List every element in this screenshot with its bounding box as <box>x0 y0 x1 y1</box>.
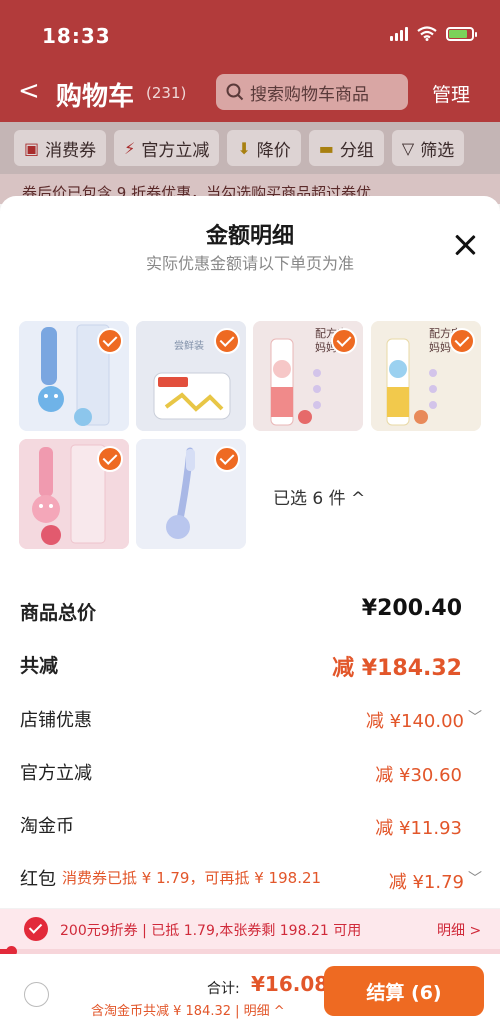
filter-official[interactable]: ⚡ 官方立减 <box>114 130 220 166</box>
wifi-icon <box>417 26 437 41</box>
store-discount-value: 减 ¥140.00 <box>365 711 464 732</box>
product-thumbnail[interactable] <box>19 321 129 431</box>
product-thumbnail[interactable] <box>19 439 129 549</box>
checkmark-icon <box>97 446 123 472</box>
product-thumbnail[interactable]: 配方安 妈妈 <box>253 321 363 431</box>
filter-bar: ▣ 消费券 ⚡ 官方立减 ⬇ 降价 ▬ 分组 ▽ 筛选 <box>0 122 500 174</box>
folder-icon: ▬ <box>318 138 334 158</box>
sum-label: 合计: <box>207 981 240 997</box>
coupon-promo-bar[interactable]: 200元9折券 | 已抵 1.79,本张券剩 198.21 可用 明细 > <box>0 909 500 949</box>
status-time: 18:33 <box>42 24 111 48</box>
total-reduce-value: 减 ¥184.32 <box>332 656 462 681</box>
coins-value: 减 ¥11.93 <box>375 818 462 839</box>
status-bar: 18:33 <box>0 0 500 66</box>
arrow-down-icon: ⬇ <box>237 138 251 158</box>
redpack-note: 消费券已抵 ¥ 1.79，可再抵 ¥ 198.21 <box>62 869 322 887</box>
official-discount-label: 官方立减 <box>20 763 92 784</box>
coupon-detail-link[interactable]: 明细 > <box>437 920 481 940</box>
amount-detail-sheet: 金额明细 实际优惠金额请以下单页为准 尝鲜装 配方安 妈妈 配方安 妈妈 已选 … <box>0 196 500 908</box>
filter-screen[interactable]: ▽ 筛选 <box>391 130 465 166</box>
nav-bar: < 购物车 (231) 搜索购物车商品 管理 <box>0 66 500 122</box>
chevron-down-icon[interactable]: ﹀ <box>468 707 482 727</box>
checkmark-icon <box>449 328 475 354</box>
svg-text:尝鲜装: 尝鲜装 <box>174 339 204 352</box>
total-price-value: ¥200.40 <box>361 596 462 621</box>
cart-count: (231) <box>146 84 187 102</box>
official-discount-value: 减 ¥30.60 <box>375 765 462 786</box>
checkmark-icon[interactable] <box>24 917 48 941</box>
product-thumbnail[interactable] <box>136 439 246 549</box>
close-icon[interactable] <box>452 232 478 258</box>
page-title: 购物车 <box>56 82 135 112</box>
checkout-bar: 合计: ¥16.08 含淘金币共减 ¥ 184.32 | 明细 ^ 结算 (6) <box>0 954 500 1021</box>
coupon-icon: ▣ <box>24 138 40 158</box>
checkmark-icon <box>97 328 123 354</box>
manage-button[interactable]: 管理 <box>432 80 470 107</box>
sum-detail-toggle[interactable]: 含淘金币共减 ¥ 184.32 | 明细 ^ <box>91 1000 285 1019</box>
product-thumbnail[interactable]: 配方安 妈妈 <box>371 321 481 431</box>
checkout-button[interactable]: 结算 (6) <box>324 966 484 1016</box>
lightning-icon: ⚡ <box>124 138 136 158</box>
total-reduce-label: 共减 <box>20 655 59 677</box>
sheet-title: 金额明细 <box>205 224 294 249</box>
coupon-promo-text: 200元9折券 | 已抵 1.79,本张券剩 198.21 可用 <box>60 923 362 939</box>
filter-coupon[interactable]: ▣ 消费券 <box>14 130 107 166</box>
search-placeholder: 搜索购物车商品 <box>250 84 369 105</box>
svg-text:妈妈: 妈妈 <box>429 340 451 354</box>
product-thumbnail[interactable]: 尝鲜装 <box>136 321 246 431</box>
filter-price-drop[interactable]: ⬇ 降价 <box>227 130 301 166</box>
checkmark-icon <box>214 446 240 472</box>
selected-count-toggle[interactable]: 已选 6 件 ^ <box>273 484 365 509</box>
search-icon <box>226 83 244 101</box>
coins-label: 淘金币 <box>20 816 74 837</box>
redpack-label: 红包 <box>20 869 56 890</box>
back-button[interactable]: < <box>18 76 40 106</box>
select-all-checkbox[interactable] <box>24 982 49 1007</box>
store-discount-label: 店铺优惠 <box>20 710 92 731</box>
checkmark-icon <box>214 328 240 354</box>
chevron-down-icon[interactable]: ﹀ <box>468 868 482 888</box>
search-input[interactable]: 搜索购物车商品 <box>216 74 408 110</box>
signal-icon <box>390 26 408 41</box>
checkmark-icon <box>331 328 357 354</box>
redpack-value: 减 ¥1.79 <box>388 872 464 893</box>
total-price-label: 商品总价 <box>20 602 97 624</box>
sheet-subtitle: 实际优惠金额请以下单页为准 <box>145 254 354 273</box>
battery-icon <box>446 26 477 41</box>
sum-value: ¥16.08 <box>251 972 329 996</box>
filter-icon: ▽ <box>401 138 415 158</box>
filter-group[interactable]: ▬ 分组 <box>308 130 384 166</box>
